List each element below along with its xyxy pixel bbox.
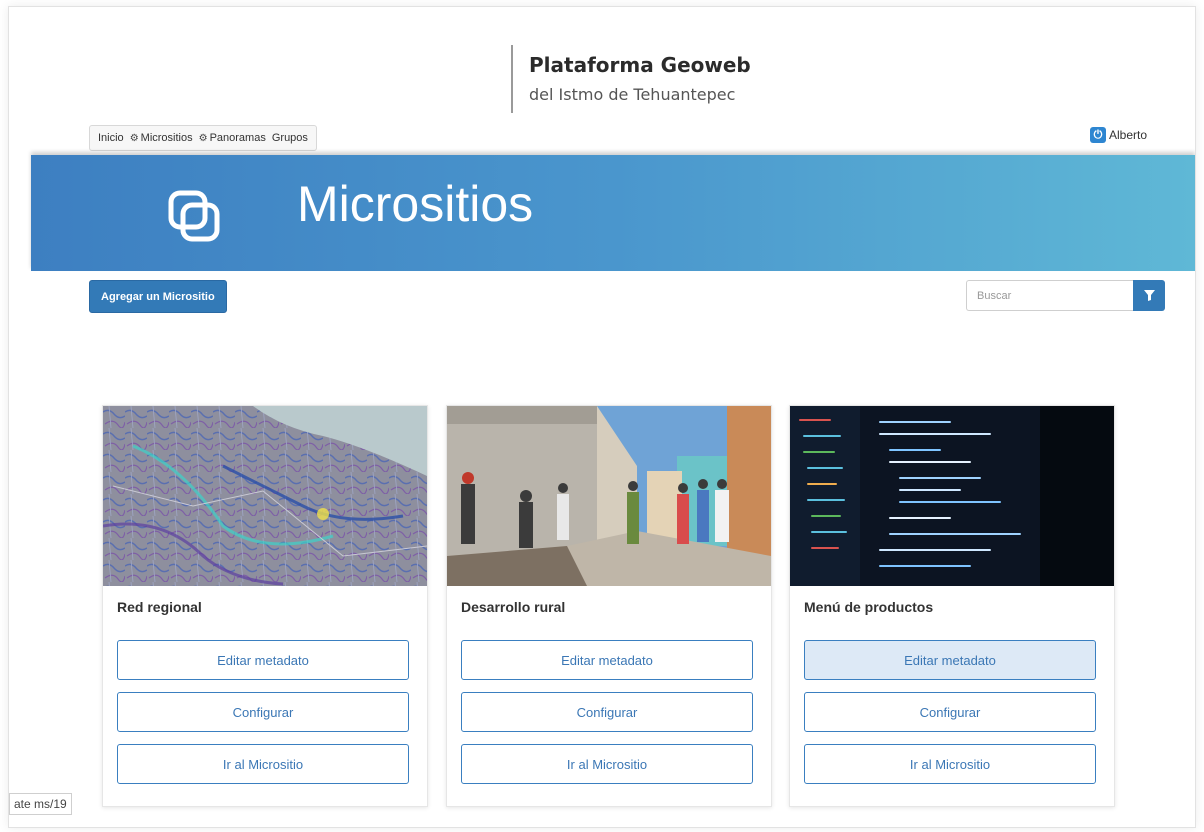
- gear-icon: ⚙: [129, 132, 139, 144]
- search-input[interactable]: Buscar: [966, 280, 1133, 311]
- regional-map-image: [103, 406, 427, 586]
- edit-metadata-button[interactable]: Editar metadato: [117, 640, 409, 680]
- rural-street-photo: [447, 406, 771, 586]
- stacked-squares-icon: [168, 190, 220, 242]
- nav-item-grupos[interactable]: Grupos: [272, 132, 308, 144]
- microsite-card: Red regional Editar metadato Configurar …: [102, 405, 428, 807]
- user-name: Alberto: [1108, 128, 1147, 142]
- brand-title: Plataforma Geoweb: [529, 53, 751, 77]
- page-title: Micrositios: [297, 176, 534, 232]
- search-group: Buscar: [966, 280, 1165, 311]
- gear-icon: ⚙: [198, 132, 208, 144]
- go-to-microsite-button[interactable]: Ir al Micrositio: [461, 744, 753, 784]
- go-to-microsite-button[interactable]: Ir al Micrositio: [117, 744, 409, 784]
- card-title: Red regional: [117, 599, 202, 615]
- configure-button[interactable]: Configurar: [461, 692, 753, 732]
- nav-item-label: Micrositios: [140, 132, 193, 144]
- microsite-card: Menú de productos Editar metadato Config…: [789, 405, 1115, 807]
- filter-icon: [1143, 290, 1155, 301]
- card-title: Desarrollo rural: [461, 599, 566, 615]
- configure-button[interactable]: Configurar: [804, 692, 1096, 732]
- brand-subtitle: del Istmo de Tehuantepec: [529, 85, 736, 104]
- nav-item-micrositios[interactable]: ⚙ Micrositios: [130, 132, 193, 144]
- edit-metadata-button[interactable]: Editar metadato: [461, 640, 753, 680]
- user-menu[interactable]: ⏻ Alberto: [1089, 127, 1147, 143]
- nav-item-label: Panoramas: [209, 132, 266, 144]
- edit-metadata-button[interactable]: Editar metadato: [804, 640, 1096, 680]
- go-to-microsite-button[interactable]: Ir al Micrositio: [804, 744, 1096, 784]
- nav-item-label: Grupos: [271, 132, 308, 144]
- nav-item-label: Inicio: [98, 132, 124, 144]
- status-bar: ate ms/19: [9, 793, 72, 815]
- filter-button[interactable]: [1133, 280, 1165, 311]
- main-nav: Inicio ⚙ Micrositios ⚙ Panoramas Grupos: [89, 125, 317, 151]
- app-window: Plataforma Geoweb del Istmo de Tehuantep…: [8, 6, 1196, 828]
- page-banner: Micrositios: [31, 155, 1195, 271]
- nav-item-panoramas[interactable]: ⚙ Panoramas: [199, 132, 266, 144]
- power-icon: ⏻: [1089, 127, 1106, 143]
- add-microsite-button[interactable]: Agregar un Micrositio: [89, 280, 227, 313]
- nav-item-inicio[interactable]: Inicio: [98, 132, 124, 144]
- code-screen-photo: [790, 406, 1114, 586]
- configure-button[interactable]: Configurar: [117, 692, 409, 732]
- card-title: Menú de productos: [804, 599, 934, 615]
- brand-divider: [511, 45, 513, 113]
- microsite-card: Desarrollo rural Editar metadato Configu…: [446, 405, 772, 807]
